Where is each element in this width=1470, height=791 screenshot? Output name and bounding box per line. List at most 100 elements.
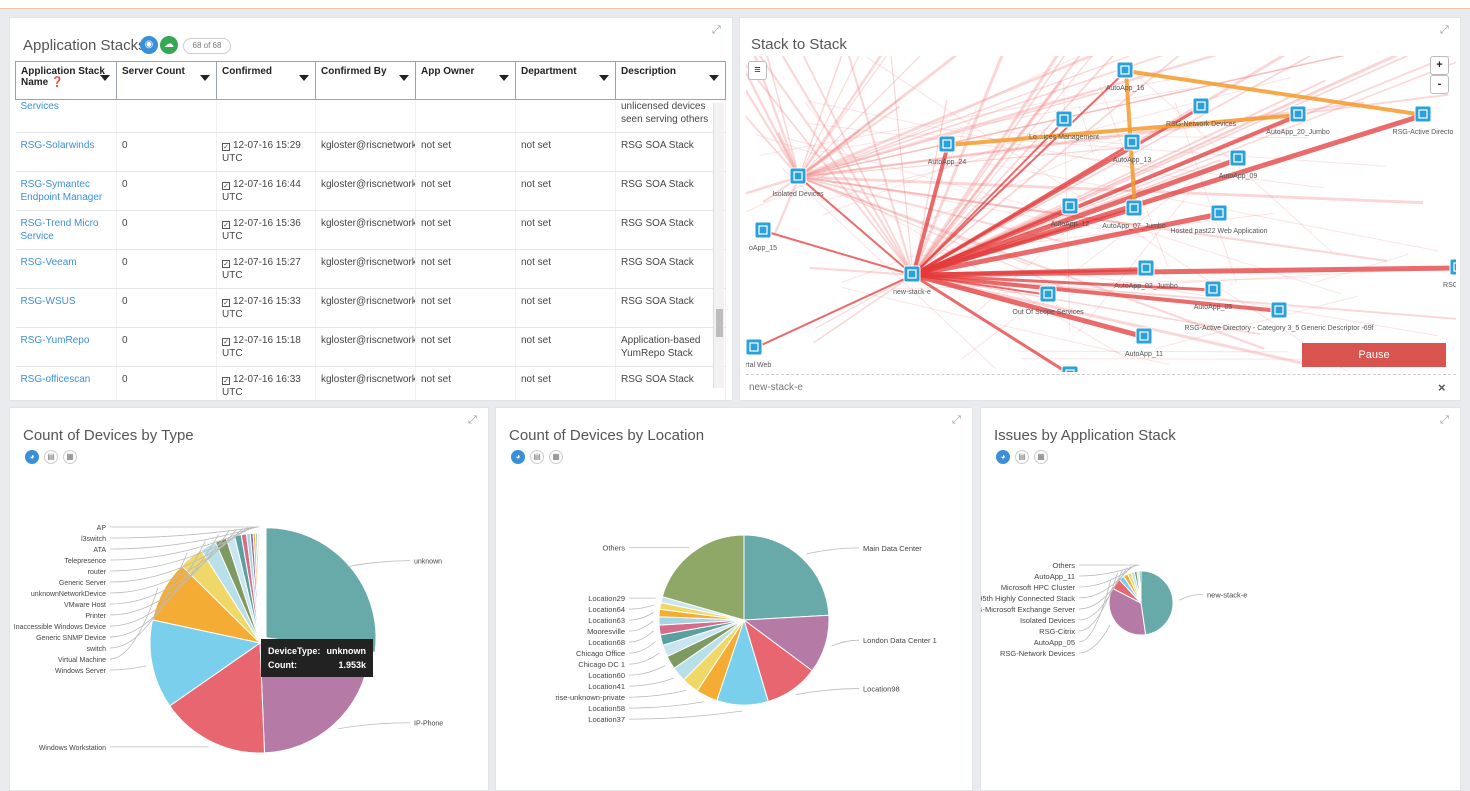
issues-by-stack-panel: Issues by Application Stack ⤢ ◕ ▤ ▦ new-… [980, 407, 1461, 791]
confirmed-cell[interactable]: ✓ 12-07-16 16:44 UTC [216, 171, 316, 211]
graph-edge [912, 79, 1326, 276]
pie-leader-line [338, 722, 411, 730]
checkbox-checked-icon[interactable]: ✓ [222, 338, 230, 346]
pie-leader-line [806, 547, 860, 555]
column-header-server-count[interactable]: Server Count [116, 61, 217, 100]
table-row[interactable]: RSG-WSUS 0 ✓ 12-07-16 15:33 UTC kgloster@ris… [15, 288, 726, 328]
table-row[interactable]: RSG-Solarwinds 0 ✓ 12-07-16 15:29 UTC kglost… [15, 132, 726, 172]
graph-node-label: new-stack-e [893, 289, 931, 296]
confirmed-cell[interactable]: ✓ 12-07-16 16:33 UTC [216, 366, 316, 400]
graph-node[interactable]: Portal Web [746, 338, 771, 369]
table-icon[interactable]: ▦ [1034, 450, 1048, 464]
pie-label: Location37 [588, 715, 625, 724]
pie-leader-line [628, 701, 705, 709]
close-icon[interactable]: × [1438, 380, 1446, 395]
devices-by-type-pie[interactable]: unknown IP-Phone AP l3switch ATA Telepresence… [10, 468, 489, 788]
pie-icon[interactable]: ◕ [996, 450, 1010, 464]
chevron-down-icon[interactable] [499, 75, 509, 81]
column-header-confirmed[interactable]: Confirmed [216, 61, 316, 100]
table-row[interactable]: RSG-Trend Micro Service 0 ✓ 12-07-16 15:36 … [15, 210, 726, 250]
confirmed-cell[interactable]: ✓ 12-07-16 15:18 UTC [216, 327, 316, 367]
scroll-thumb[interactable] [716, 309, 723, 337]
expand-icon[interactable]: ⤢ [712, 24, 724, 36]
confirmed-cell[interactable]: ✓ 12-07-16 15:27 UTC [216, 249, 316, 289]
network-graph[interactable]: AutoApp_16 RSG-Network Devices AutoApp_20_… [746, 56, 1456, 372]
stack-name-link[interactable]: RSG-officescan [15, 366, 117, 400]
pie-slice[interactable] [743, 534, 830, 621]
stack-name-link[interactable]: RSG-Veeam [15, 249, 117, 289]
server-count-cell: 0 [116, 249, 217, 289]
bar-icon[interactable]: ▤ [44, 450, 58, 464]
chevron-down-icon[interactable] [399, 75, 409, 81]
pause-button[interactable]: Pause [1302, 343, 1446, 367]
chevron-down-icon[interactable] [709, 75, 719, 81]
devices-by-location-pie[interactable]: Main Data Center London Data Center 1 Loca… [496, 468, 973, 788]
description-cell: RSG SOA Stack [615, 366, 726, 400]
graph-node[interactable]: AutoApp_05 [1194, 280, 1233, 311]
graph-node[interactable]: RSG-Microsoft Exchange Server [1019, 365, 1121, 372]
table-icon[interactable]: ▦ [549, 450, 563, 464]
expand-icon[interactable]: ⤢ [1440, 24, 1452, 36]
description-cell: unlicensed devices seen serving others [615, 99, 726, 133]
pie-icon[interactable]: ◕ [25, 450, 39, 464]
stack-name-link[interactable]: Services [15, 99, 117, 133]
pie-leader-line [796, 688, 860, 695]
expand-icon[interactable]: ⤢ [952, 414, 964, 426]
graph-node-label: AutoApp_20_Jumbo [1266, 129, 1330, 136]
column-header-name[interactable]: Application Stack Name ❓ [15, 61, 117, 100]
chevron-down-icon[interactable] [200, 75, 210, 81]
chevron-down-icon[interactable] [299, 75, 309, 81]
stack-name-link[interactable]: RSG-Trend Micro Service [15, 210, 117, 250]
graph-node[interactable]: RSG-Citri [1443, 258, 1456, 289]
column-header-app-owner[interactable]: App Owner [415, 61, 516, 100]
issues-by-stack-pie[interactable]: new-stack-e Others AutoApp_11 Microsoft HPC… [981, 468, 1461, 788]
cloud-icon[interactable]: ☁ [160, 36, 178, 54]
column-header-department[interactable]: Department [515, 61, 616, 100]
app-stacks-table: Application Stack Name ❓ Server Count Co… [15, 61, 726, 400]
pie-icon[interactable]: ◕ [511, 450, 525, 464]
chevron-down-icon[interactable] [100, 75, 110, 81]
column-header-confirmed-by[interactable]: Confirmed By [315, 61, 416, 100]
graph-edge [754, 274, 914, 349]
table-row[interactable]: RSG-Veeam 0 ✓ 12-07-16 15:27 UTC kgloster@ri… [15, 249, 726, 289]
description-cell: Application-based YumRepo Stack [615, 327, 726, 367]
confirmed-cell[interactable]: ✓ 12-07-16 15:33 UTC [216, 288, 316, 328]
checkbox-checked-icon[interactable]: ✓ [222, 182, 230, 190]
pie-label: Others [602, 543, 625, 552]
zoom-in-button[interactable]: + [1430, 56, 1449, 75]
chart-tooltip: DeviceType: unknown Count: 1.953k [261, 639, 373, 677]
checkbox-checked-icon[interactable]: ✓ [222, 377, 230, 385]
table-scrollbar[interactable] [713, 103, 724, 388]
graph-node[interactable]: Lo…ices Management [1029, 110, 1099, 141]
stack-name-link[interactable]: RSG-Solarwinds [15, 132, 117, 172]
confirmed-cell[interactable]: ✓ 12-07-16 15:29 UTC [216, 132, 316, 172]
table-row[interactable]: RSG-YumRepo 0 ✓ 12-07-16 15:18 UTC kgloster@… [15, 327, 726, 367]
table-row[interactable]: Services unlicensed devices seen serving … [15, 99, 726, 133]
pie-slice[interactable] [1140, 570, 1174, 636]
table-row[interactable]: RSG-Symantec Endpoint Manager 0 ✓ 12-07-16 … [15, 171, 726, 211]
stack-name-link[interactable]: RSG-YumRepo [15, 327, 117, 367]
bar-icon[interactable]: ▤ [530, 450, 544, 464]
table-icon[interactable]: ▦ [63, 450, 77, 464]
expand-icon[interactable]: ⤢ [1440, 414, 1452, 426]
checkbox-checked-icon[interactable]: ✓ [222, 260, 230, 268]
pie-slice[interactable] [265, 527, 377, 653]
graph-node[interactable]: oApp_15 [749, 221, 777, 252]
menu-button[interactable]: ≡ [748, 61, 767, 80]
column-header-description[interactable]: Description [615, 61, 726, 100]
bar-icon[interactable]: ▤ [1015, 450, 1029, 464]
checkbox-checked-icon[interactable]: ✓ [222, 299, 230, 307]
chevron-down-icon[interactable] [599, 75, 609, 81]
zoom-out-button[interactable]: - [1430, 75, 1449, 94]
stack-name-link[interactable]: RSG-Symantec Endpoint Manager [15, 171, 117, 211]
stack-name-link[interactable]: RSG-WSUS [15, 288, 117, 328]
eye-icon[interactable]: ◉ [140, 36, 158, 54]
expand-icon[interactable]: ⤢ [468, 414, 480, 426]
checkbox-checked-icon[interactable]: ✓ [222, 221, 230, 229]
confirmed-cell[interactable]: ✓ 12-07-16 15:36 UTC [216, 210, 316, 250]
pie-label: Inaccessible Windows Device [14, 624, 106, 631]
checkbox-checked-icon[interactable]: ✓ [222, 143, 230, 151]
pie-label: Main Data Center [863, 544, 922, 553]
panel-title: Stack to Stack [751, 36, 847, 53]
table-row[interactable]: RSG-officescan 0 ✓ 12-07-16 16:33 UTC kglost… [15, 366, 726, 400]
